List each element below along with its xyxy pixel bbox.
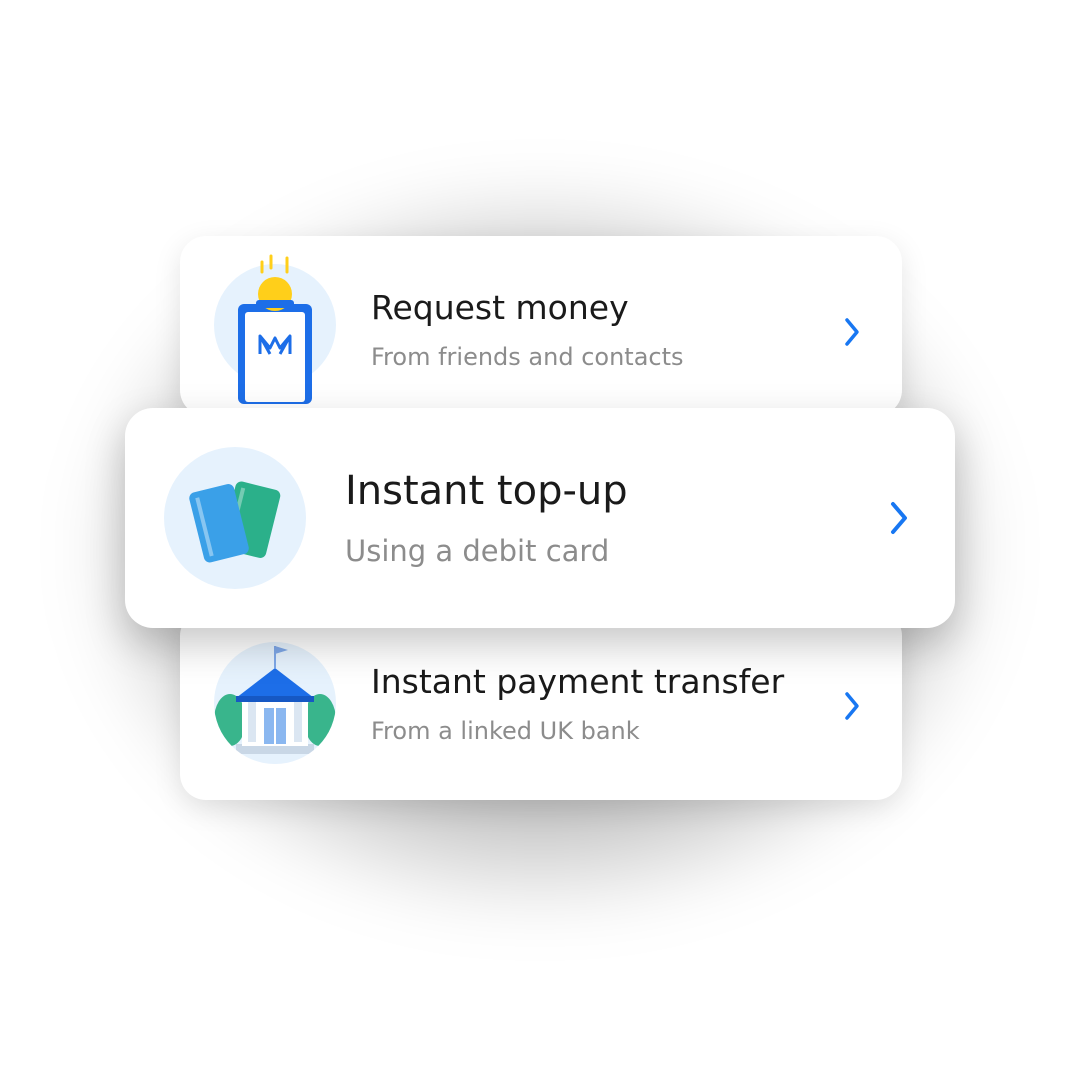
instant-payment-transfer-subtitle: From a linked UK bank — [371, 717, 640, 745]
request-money-title: Request money — [371, 288, 629, 327]
request-money-subtitle: From friends and contacts — [371, 343, 684, 371]
instant-payment-transfer-title: Instant payment transfer — [371, 662, 785, 701]
request-money-icon — [214, 254, 336, 404]
chevron-right-icon[interactable] — [842, 316, 862, 348]
request-money-card[interactable]: Request money From friends and contacts — [180, 236, 902, 416]
bank-icon — [214, 642, 336, 764]
instant-top-up-subtitle: Using a debit card — [345, 534, 610, 568]
instant-top-up-card[interactable]: Instant top-up Using a debit card — [125, 408, 955, 628]
debit-cards-icon — [164, 447, 306, 589]
instant-payment-transfer-card[interactable]: Instant payment transfer From a linked U… — [180, 610, 902, 800]
instant-top-up-title: Instant top-up — [345, 468, 628, 514]
chevron-right-icon[interactable] — [888, 500, 910, 536]
chevron-right-icon[interactable] — [842, 690, 862, 722]
